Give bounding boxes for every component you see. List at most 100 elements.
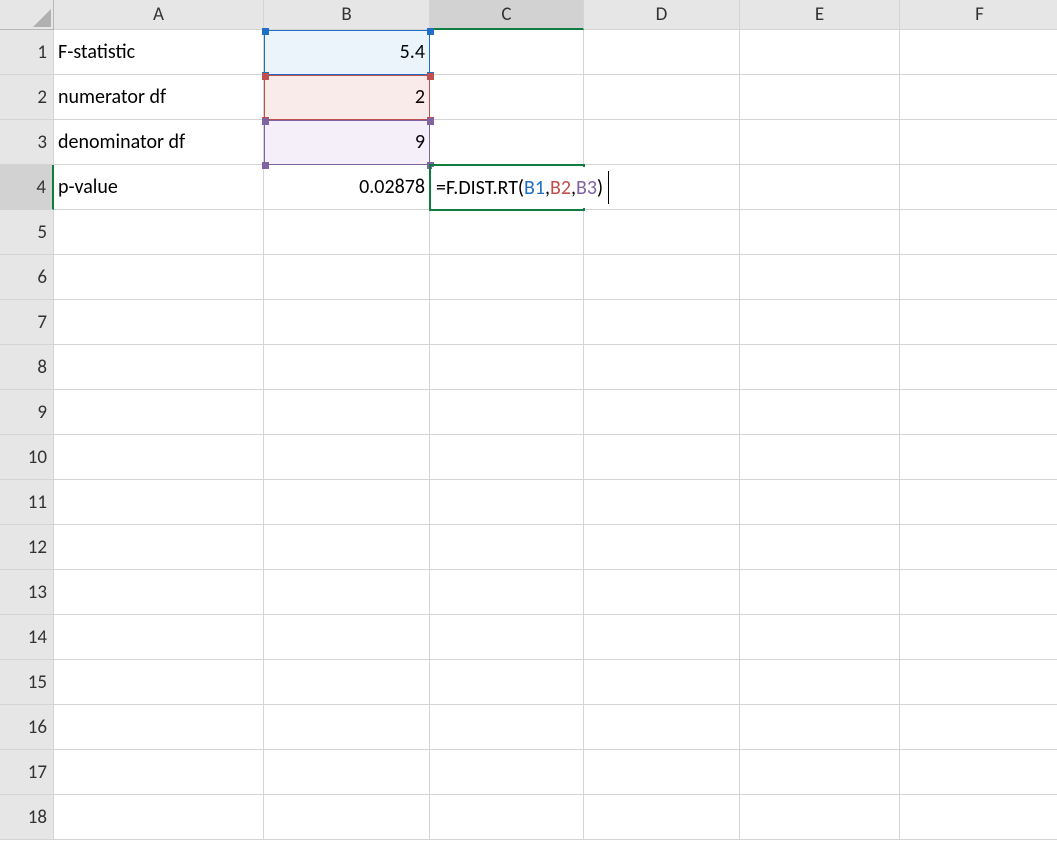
column-header-B[interactable]: B: [264, 0, 430, 30]
column-header-D[interactable]: D: [584, 0, 740, 30]
cell-E7[interactable]: [740, 300, 900, 345]
cell-C3[interactable]: [430, 120, 584, 165]
cell-A8[interactable]: [54, 345, 264, 390]
cell-B16[interactable]: [264, 705, 430, 750]
cell-F7[interactable]: [900, 300, 1057, 345]
cell-E11[interactable]: [740, 480, 900, 525]
column-header-F[interactable]: F: [900, 0, 1057, 30]
cell-F4[interactable]: [900, 165, 1057, 210]
cell-A3[interactable]: denominator df: [54, 120, 264, 165]
cell-F10[interactable]: [900, 435, 1057, 480]
cell-C15[interactable]: [430, 660, 584, 705]
cell-E17[interactable]: [740, 750, 900, 795]
cell-E3[interactable]: [740, 120, 900, 165]
cell-A1[interactable]: F-statistic: [54, 30, 264, 75]
cell-F1[interactable]: [900, 30, 1057, 75]
row-header-11[interactable]: 11: [0, 480, 54, 525]
cell-F15[interactable]: [900, 660, 1057, 705]
cell-F14[interactable]: [900, 615, 1057, 660]
cell-A4[interactable]: p-value: [54, 165, 264, 210]
cell-A16[interactable]: [54, 705, 264, 750]
cell-C12[interactable]: [430, 525, 584, 570]
cell-E16[interactable]: [740, 705, 900, 750]
row-header-3[interactable]: 3: [0, 120, 54, 165]
cell-E6[interactable]: [740, 255, 900, 300]
row-header-13[interactable]: 13: [0, 570, 54, 615]
cell-C5[interactable]: [430, 210, 584, 255]
cell-D17[interactable]: [584, 750, 740, 795]
row-header-5[interactable]: 5: [0, 210, 54, 255]
cell-D5[interactable]: [584, 210, 740, 255]
cell-B11[interactable]: [264, 480, 430, 525]
cell-C11[interactable]: [430, 480, 584, 525]
cell-A18[interactable]: [54, 795, 264, 840]
row-header-12[interactable]: 12: [0, 525, 54, 570]
row-header-8[interactable]: 8: [0, 345, 54, 390]
cell-A17[interactable]: [54, 750, 264, 795]
cell-F17[interactable]: [900, 750, 1057, 795]
cell-D15[interactable]: [584, 660, 740, 705]
column-header-E[interactable]: E: [740, 0, 900, 30]
cell-E4[interactable]: [740, 165, 900, 210]
cell-B18[interactable]: [264, 795, 430, 840]
cell-D16[interactable]: [584, 705, 740, 750]
cell-D13[interactable]: [584, 570, 740, 615]
cell-C14[interactable]: [430, 615, 584, 660]
cell-F2[interactable]: [900, 75, 1057, 120]
cell-F18[interactable]: [900, 795, 1057, 840]
cell-D10[interactable]: [584, 435, 740, 480]
row-header-9[interactable]: 9: [0, 390, 54, 435]
row-header-2[interactable]: 2: [0, 75, 54, 120]
cell-A5[interactable]: [54, 210, 264, 255]
cell-C17[interactable]: [430, 750, 584, 795]
cell-A14[interactable]: [54, 615, 264, 660]
cell-D7[interactable]: [584, 300, 740, 345]
cell-E18[interactable]: [740, 795, 900, 840]
cell-B17[interactable]: [264, 750, 430, 795]
cell-F8[interactable]: [900, 345, 1057, 390]
cell-F5[interactable]: [900, 210, 1057, 255]
cell-B2[interactable]: 2: [264, 75, 430, 120]
cell-C18[interactable]: [430, 795, 584, 840]
cell-D8[interactable]: [584, 345, 740, 390]
row-header-1[interactable]: 1: [0, 30, 54, 75]
row-header-14[interactable]: 14: [0, 615, 54, 660]
cell-C13[interactable]: [430, 570, 584, 615]
cell-A10[interactable]: [54, 435, 264, 480]
spreadsheet-grid[interactable]: ABCDEF1F-statistic5.42numerator df23deno…: [0, 0, 1057, 846]
cell-A9[interactable]: [54, 390, 264, 435]
cell-C9[interactable]: [430, 390, 584, 435]
row-header-7[interactable]: 7: [0, 300, 54, 345]
cell-B10[interactable]: [264, 435, 430, 480]
cell-E15[interactable]: [740, 660, 900, 705]
formula-edit-overlay[interactable]: =F.DIST.RT(B1, B2, B3): [432, 167, 607, 208]
cell-C16[interactable]: [430, 705, 584, 750]
cell-E12[interactable]: [740, 525, 900, 570]
cell-B6[interactable]: [264, 255, 430, 300]
column-header-C[interactable]: C: [430, 0, 584, 30]
cell-B15[interactable]: [264, 660, 430, 705]
row-header-10[interactable]: 10: [0, 435, 54, 480]
cell-C6[interactable]: [430, 255, 584, 300]
cell-A2[interactable]: numerator df: [54, 75, 264, 120]
cell-D1[interactable]: [584, 30, 740, 75]
cell-B9[interactable]: [264, 390, 430, 435]
cell-F6[interactable]: [900, 255, 1057, 300]
cell-B8[interactable]: [264, 345, 430, 390]
cell-B7[interactable]: [264, 300, 430, 345]
cell-F16[interactable]: [900, 705, 1057, 750]
cell-A6[interactable]: [54, 255, 264, 300]
row-header-4[interactable]: 4: [0, 165, 54, 210]
cell-B1[interactable]: 5.4: [264, 30, 430, 75]
cell-C2[interactable]: [430, 75, 584, 120]
cell-D6[interactable]: [584, 255, 740, 300]
cell-B13[interactable]: [264, 570, 430, 615]
cell-C1[interactable]: [430, 30, 584, 75]
cell-F9[interactable]: [900, 390, 1057, 435]
cell-A12[interactable]: [54, 525, 264, 570]
cell-B12[interactable]: [264, 525, 430, 570]
cell-C10[interactable]: [430, 435, 584, 480]
cell-E5[interactable]: [740, 210, 900, 255]
cell-C7[interactable]: [430, 300, 584, 345]
cell-D11[interactable]: [584, 480, 740, 525]
